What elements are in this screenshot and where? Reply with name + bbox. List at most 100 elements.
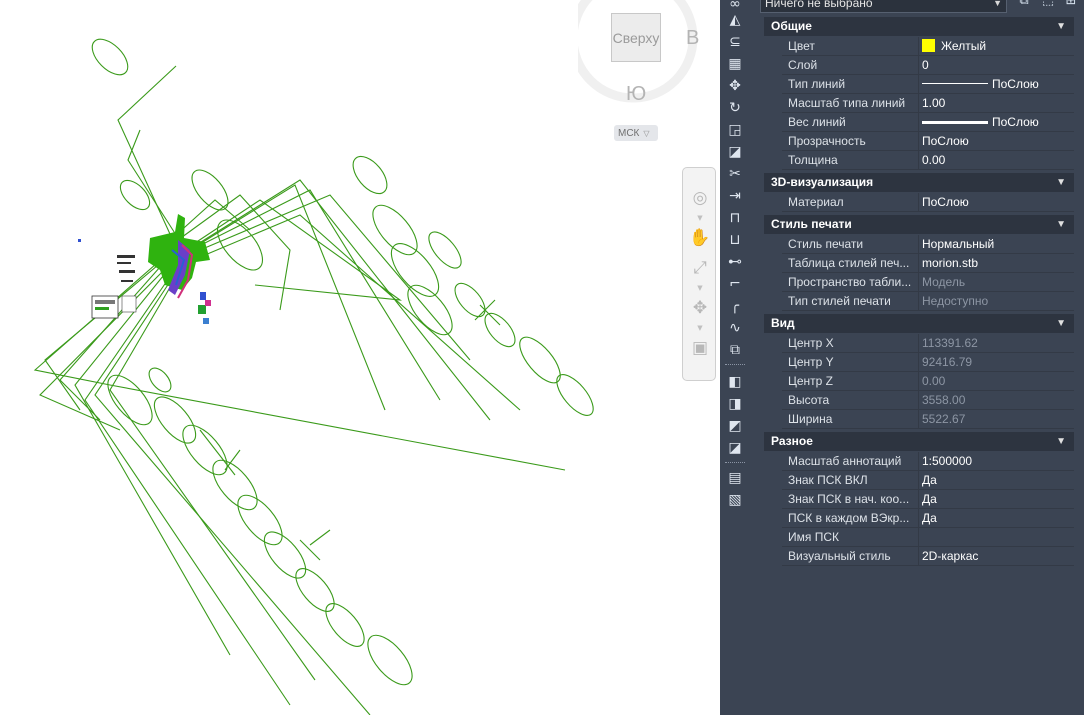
section-3d-header[interactable]: 3D-визуализация ▼ bbox=[764, 173, 1074, 192]
property-row-thickness[interactable]: Толщина 0.00 bbox=[782, 151, 1074, 170]
property-value[interactable]: Да bbox=[918, 490, 1074, 508]
property-row-height[interactable]: Высота 3558.00 bbox=[782, 391, 1074, 410]
collapse-chevron-icon[interactable]: ▼ bbox=[1056, 215, 1066, 234]
property-value: Модель bbox=[918, 273, 1074, 291]
send-under-icon[interactable]: ◪ bbox=[725, 438, 745, 458]
viewcube-east-label[interactable]: В bbox=[686, 27, 699, 50]
collapse-chevron-icon[interactable]: ▼ bbox=[1056, 432, 1066, 451]
blend-curves-icon[interactable]: ∿ bbox=[725, 318, 745, 338]
chevron-down-icon[interactable]: ▼ bbox=[696, 214, 704, 222]
zoom-icon[interactable]: ⤢ bbox=[688, 256, 712, 280]
color-swatch bbox=[922, 39, 935, 52]
ucs-menu-button[interactable]: МСК ▽ bbox=[614, 125, 658, 141]
property-value[interactable]: Нормальный bbox=[918, 235, 1074, 253]
property-row-layer[interactable]: Слой 0 bbox=[782, 56, 1074, 75]
property-row-ucs-name[interactable]: Имя ПСК bbox=[782, 528, 1074, 547]
join-icon[interactable]: ⊷ bbox=[725, 252, 745, 272]
property-row-plot-space[interactable]: Пространство табли... Модель bbox=[782, 273, 1074, 292]
property-row-plot-style-type[interactable]: Тип стилей печати Недоступно bbox=[782, 292, 1074, 311]
property-row-color[interactable]: Цвет Желтый bbox=[782, 37, 1074, 56]
viewcube-south-label[interactable]: Ю bbox=[626, 83, 646, 106]
section-plot-style-header[interactable]: Стиль печати ▼ bbox=[764, 215, 1074, 234]
section-misc-header[interactable]: Разное ▼ bbox=[764, 432, 1074, 451]
property-value[interactable]: morion.stb bbox=[918, 254, 1074, 272]
chamfer-icon[interactable]: ⌐ bbox=[725, 274, 745, 294]
scale-icon[interactable]: ◲ bbox=[725, 120, 745, 140]
section-view-header[interactable]: Вид ▼ bbox=[764, 314, 1074, 333]
property-row-lineweight[interactable]: Вес линий ПоСлою bbox=[782, 113, 1074, 132]
property-value[interactable]: Да bbox=[918, 471, 1074, 489]
fillet-icon[interactable]: ╭ bbox=[725, 296, 745, 316]
property-value[interactable]: 2D-каркас bbox=[918, 547, 1074, 565]
property-label: Имя ПСК bbox=[788, 530, 839, 544]
property-value[interactable]: ПоСлою bbox=[918, 113, 1074, 131]
navigation-bar[interactable]: ◎ ▼ ✋ ⤢ ▼ ✥ ▼ ▣ bbox=[682, 167, 716, 381]
chevron-down-icon[interactable]: ▼ bbox=[696, 324, 704, 332]
bring-to-front-icon[interactable]: ◧ bbox=[725, 372, 745, 392]
property-value[interactable]: ПоСлою bbox=[918, 193, 1074, 211]
viewcube-top-face[interactable]: Сверху bbox=[611, 13, 661, 62]
selection-value: Ничего не выбрано bbox=[765, 0, 873, 10]
send-to-back-icon[interactable]: ◨ bbox=[725, 394, 745, 414]
section-general-header[interactable]: Общие ▼ bbox=[764, 17, 1074, 36]
property-label: Масштаб аннотаций bbox=[788, 454, 902, 468]
toolbar-divider bbox=[725, 462, 745, 463]
section-title: Стиль печати bbox=[771, 217, 852, 231]
text-to-front-icon[interactable]: ▤ bbox=[725, 468, 745, 488]
property-value[interactable]: 0 bbox=[918, 56, 1074, 74]
break-at-point-icon[interactable]: ⊓ bbox=[725, 208, 745, 228]
property-value[interactable]: ПоСлою bbox=[918, 132, 1074, 150]
property-row-annotation-scale[interactable]: Масштаб аннотаций 1:500000 bbox=[782, 452, 1074, 471]
extend-icon[interactable]: ⇥ bbox=[725, 186, 745, 206]
property-row-linetype[interactable]: Тип линий ПоСлою bbox=[782, 75, 1074, 94]
property-value[interactable]: 0.00 bbox=[918, 151, 1074, 169]
selection-dropdown[interactable]: Ничего не выбрано ▼ bbox=[760, 0, 1007, 13]
property-row-ucs-icon-on[interactable]: Знак ПСК ВКЛ Да bbox=[782, 471, 1074, 490]
property-value[interactable]: 1:500000 bbox=[918, 452, 1074, 470]
hatch-to-back-icon[interactable]: ▧ bbox=[725, 490, 745, 510]
property-row-center-y[interactable]: Центр Y 92416.79 bbox=[782, 353, 1074, 372]
break-icon[interactable]: ⊔ bbox=[725, 230, 745, 250]
property-row-material[interactable]: Материал ПоСлою bbox=[782, 193, 1074, 212]
chevron-down-icon: ▼ bbox=[993, 0, 1002, 8]
bring-above-icon[interactable]: ◩ bbox=[725, 416, 745, 436]
offset-icon[interactable]: ⊆ bbox=[725, 32, 745, 52]
property-value[interactable]: Да bbox=[918, 509, 1074, 527]
drawing-canvas[interactable]: Сверху В Ю МСК ▽ ◎ ▼ ✋ ⤢ ▼ ✥ ▼ ▣ bbox=[0, 0, 720, 715]
steering-wheel-icon[interactable]: ◎ bbox=[688, 186, 712, 210]
property-value[interactable]: 1.00 bbox=[918, 94, 1074, 112]
property-row-plot-style[interactable]: Стиль печати Нормальный bbox=[782, 235, 1074, 254]
property-value[interactable]: Желтый bbox=[918, 37, 1074, 55]
linetype-sample bbox=[922, 83, 988, 84]
property-row-linetype-scale[interactable]: Масштаб типа линий 1.00 bbox=[782, 94, 1074, 113]
collapse-chevron-icon[interactable]: ▼ bbox=[1056, 173, 1066, 192]
property-value[interactable] bbox=[918, 528, 1074, 546]
toggle-pickadd-icon[interactable]: ⧉ bbox=[1015, 0, 1033, 10]
chevron-down-icon[interactable]: ▼ bbox=[696, 284, 704, 292]
select-objects-icon[interactable]: ⬚ bbox=[1039, 0, 1057, 10]
property-label: Знак ПСК в нач. коо... bbox=[788, 492, 910, 506]
trim-icon[interactable]: ✂ bbox=[725, 164, 745, 184]
showmotion-icon[interactable]: ▣ bbox=[688, 336, 712, 360]
property-row-width[interactable]: Ширина 5522.67 bbox=[782, 410, 1074, 429]
property-row-center-z[interactable]: Центр Z 0.00 bbox=[782, 372, 1074, 391]
property-row-ucs-icon-origin[interactable]: Знак ПСК в нач. коо... Да bbox=[782, 490, 1074, 509]
property-row-transparency[interactable]: Прозрачность ПоСлою bbox=[782, 132, 1074, 151]
property-row-plot-table[interactable]: Таблица стилей печ... morion.stb bbox=[782, 254, 1074, 273]
stretch-icon[interactable]: ◪ bbox=[725, 142, 745, 162]
orbit-icon[interactable]: ✥ bbox=[688, 296, 712, 320]
property-value[interactable]: ПоСлою bbox=[918, 75, 1074, 93]
property-row-center-x[interactable]: Центр X 113391.62 bbox=[782, 334, 1074, 353]
pan-hand-icon[interactable]: ✋ bbox=[688, 226, 712, 250]
array-icon[interactable]: ▦ bbox=[725, 54, 745, 74]
rotate-icon[interactable]: ↻ bbox=[725, 98, 745, 118]
collapse-chevron-icon[interactable]: ▼ bbox=[1056, 314, 1066, 333]
mirror-icon[interactable]: ◭ bbox=[725, 10, 745, 30]
property-row-ucs-per-viewport[interactable]: ПСК в каждом ВЭкр... Да bbox=[782, 509, 1074, 528]
quick-select-icon[interactable]: ⊞ bbox=[1062, 0, 1080, 10]
move-icon[interactable]: ✥ bbox=[725, 76, 745, 96]
explode-icon[interactable]: ⧉ bbox=[725, 340, 745, 360]
collapse-chevron-icon[interactable]: ▼ bbox=[1056, 17, 1066, 36]
property-label: Тип линий bbox=[788, 77, 846, 91]
property-row-visual-style[interactable]: Визуальный стиль 2D-каркас bbox=[782, 547, 1074, 566]
